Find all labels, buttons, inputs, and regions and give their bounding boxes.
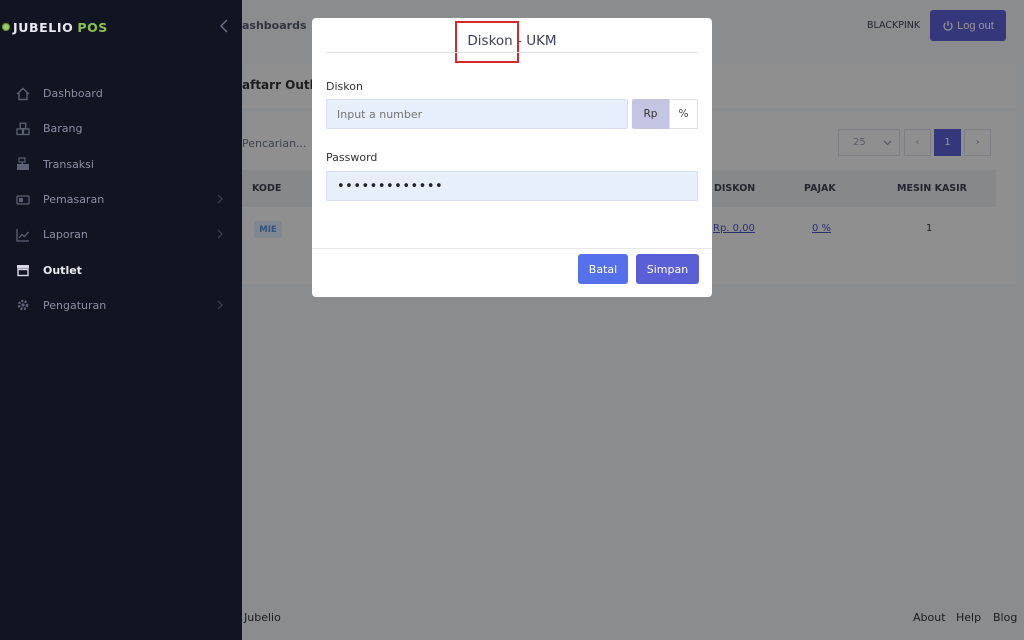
sidebar-item-dashboard[interactable]: Dashboard [0, 76, 242, 111]
cubes-icon [16, 122, 30, 136]
cash-register-icon [16, 157, 30, 171]
password-field[interactable] [326, 171, 698, 201]
unit-rp-toggle[interactable]: Rp [632, 99, 669, 129]
sidebar-item-label: Outlet [43, 263, 82, 277]
logo-mark-icon [2, 23, 10, 31]
cancel-button[interactable]: Batal [578, 254, 628, 284]
sidebar-item-label: Transaksi [43, 157, 94, 171]
diskon-input[interactable] [326, 99, 628, 129]
title-divider [326, 52, 698, 53]
chart-line-icon [16, 228, 30, 242]
sidebar-item-transaksi[interactable]: Transaksi [0, 147, 242, 182]
home-icon [16, 87, 30, 101]
unit-percent-toggle[interactable]: % [669, 99, 698, 129]
sidebar-nav: Dashboard Barang Transaksi Pemasaran Lap… [0, 76, 242, 323]
sidebar: JUBELIO POS Dashboard Barang Transaksi P… [0, 0, 242, 640]
password-label: Password [326, 151, 378, 164]
brand-name: JUBELIO [13, 19, 74, 35]
brand-logo[interactable]: JUBELIO POS [2, 18, 108, 36]
chevron-right-icon [216, 229, 224, 239]
sidebar-item-label: Barang [43, 122, 83, 136]
discount-modal: Diskon - UKM Diskon Rp % Password Batal … [312, 18, 712, 297]
store-icon [16, 263, 30, 277]
sidebar-item-pemasaran[interactable]: Pemasaran [0, 182, 242, 217]
collapse-sidebar-icon[interactable] [218, 18, 230, 34]
diskon-label: Diskon [326, 80, 363, 93]
sidebar-item-label: Pengaturan [43, 298, 107, 312]
brand-suffix: POS [77, 19, 108, 35]
sidebar-item-laporan[interactable]: Laporan [0, 217, 242, 252]
megaphone-icon [16, 193, 30, 207]
gear-icon [16, 298, 30, 312]
highlight-box [455, 21, 519, 63]
sidebar-item-label: Laporan [43, 228, 88, 242]
footer-divider [312, 248, 712, 249]
chevron-right-icon [216, 194, 224, 204]
sidebar-item-label: Dashboard [43, 87, 103, 101]
sidebar-item-barang[interactable]: Barang [0, 111, 242, 146]
sidebar-item-label: Pemasaran [43, 193, 105, 207]
save-button[interactable]: Simpan [636, 254, 699, 284]
sidebar-item-pengaturan[interactable]: Pengaturan [0, 288, 242, 323]
sidebar-item-outlet[interactable]: Outlet [0, 252, 242, 287]
chevron-right-icon [216, 300, 224, 310]
